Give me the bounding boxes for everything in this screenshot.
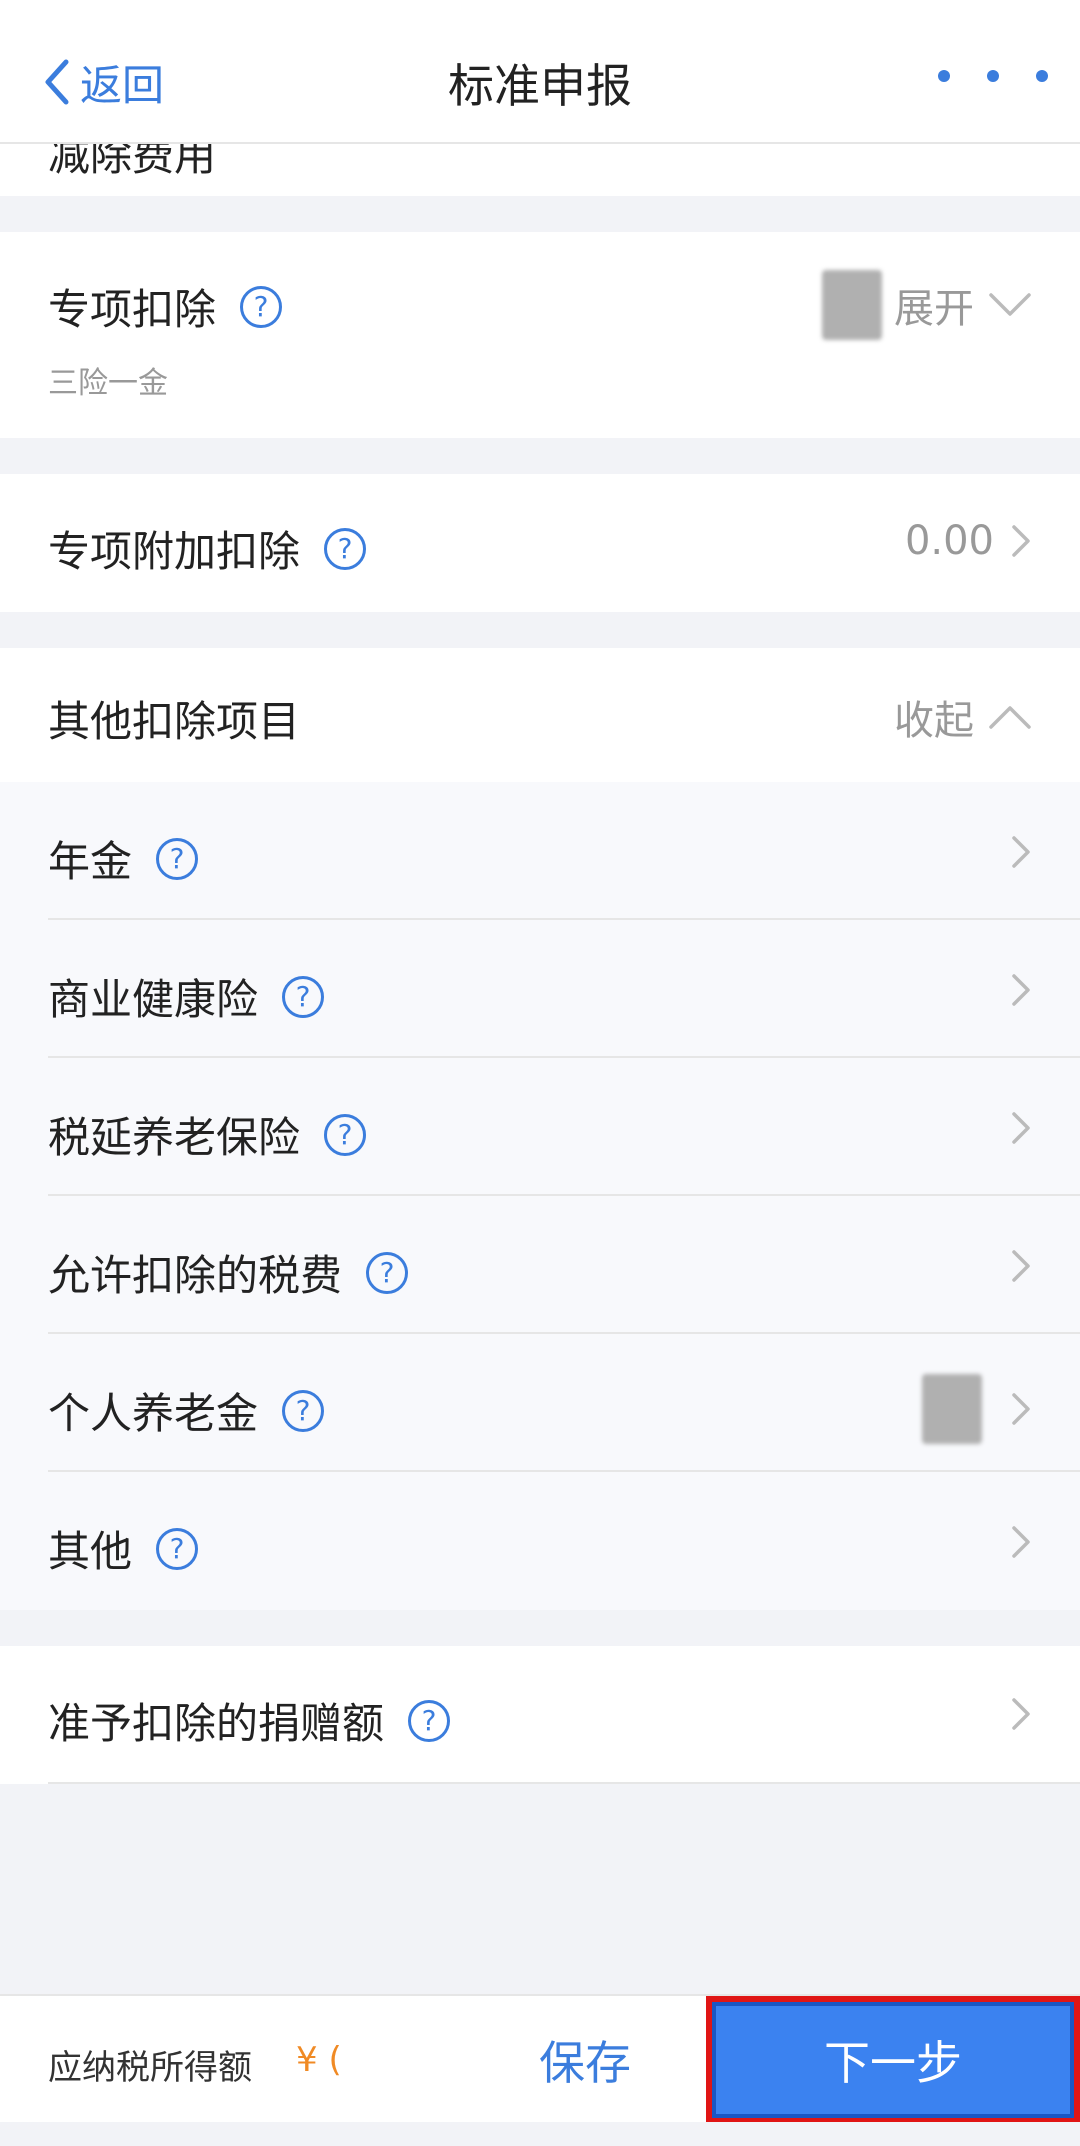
- footer-action-bar: 应纳税所得额 ¥ ( 保存 下一步: [0, 1994, 1080, 2124]
- list-item-tax-deferred-pension[interactable]: 税延养老保险 ?: [0, 1058, 1080, 1196]
- list-item-health-insurance[interactable]: 商业健康险 ?: [0, 920, 1080, 1058]
- special-additional-deduction-row[interactable]: 专项附加扣除 ? 0.00: [0, 474, 1080, 612]
- taxable-income-label: 应纳税所得额: [48, 2048, 252, 2088]
- deduction-fee-label: 减除费用: [48, 144, 217, 180]
- chevron-right-icon: [1012, 836, 1030, 868]
- chevron-right-icon: [1012, 1393, 1030, 1425]
- next-step-button-inner: 下一步: [712, 2002, 1074, 2118]
- special-deduction-sublabel: 三险一金: [48, 366, 168, 401]
- next-step-label: 下一步: [824, 2036, 962, 2090]
- help-icon[interactable]: ?: [156, 837, 199, 880]
- list-item-label: 个人养老金: [48, 1389, 259, 1438]
- page-title: 标准申报: [448, 59, 632, 113]
- help-icon[interactable]: ?: [324, 1113, 367, 1156]
- redacted-value: [922, 1374, 982, 1444]
- chevron-right-icon: [1012, 974, 1030, 1006]
- redacted-value: [822, 270, 882, 340]
- donation-label: 准予扣除的捐赠额: [48, 1699, 385, 1748]
- list-item-deductible-taxes[interactable]: 允许扣除的税费 ?: [0, 1196, 1080, 1334]
- chevron-up-icon: [989, 706, 1031, 729]
- collapse-label[interactable]: 收起: [894, 688, 974, 746]
- help-icon[interactable]: ?: [282, 975, 325, 1018]
- list-item-label: 税延养老保险: [48, 1113, 301, 1162]
- chevron-right-icon: [1012, 1526, 1030, 1558]
- taxable-income-amount: ¥ (: [296, 2040, 342, 2080]
- list-item-label: 年金: [48, 837, 133, 886]
- help-icon[interactable]: ?: [366, 1251, 409, 1294]
- more-dot-icon: [1036, 70, 1048, 82]
- other-deductions-header[interactable]: 其他扣除项目 收起: [0, 648, 1080, 782]
- donation-deduction-row[interactable]: 准予扣除的捐赠额 ?: [0, 1646, 1080, 1784]
- navigation-bar: 返回 标准申报: [0, 0, 1080, 144]
- special-additional-label: 专项附加扣除: [48, 527, 301, 576]
- more-menu-button[interactable]: [938, 56, 1048, 96]
- special-deduction-label: 专项扣除: [48, 285, 217, 334]
- deduction-fee-row[interactable]: 减除费用: [0, 144, 1080, 196]
- special-additional-value: 0.00: [904, 518, 994, 564]
- save-button[interactable]: 保存: [470, 1996, 700, 2124]
- help-icon[interactable]: ?: [408, 1699, 451, 1742]
- other-deductions-label: 其他扣除项目: [48, 697, 301, 746]
- expand-label[interactable]: 展开: [894, 276, 974, 334]
- next-step-button[interactable]: 下一步: [706, 1996, 1080, 2124]
- bottom-safe-area: [0, 2122, 1080, 2146]
- list-item-annuity[interactable]: 年金 ?: [0, 782, 1080, 920]
- chevron-right-icon: [1012, 1250, 1030, 1282]
- list-item-label: 允许扣除的税费: [48, 1251, 343, 1300]
- chevron-right-icon: [1012, 1112, 1030, 1144]
- other-deductions-list: 年金 ? 商业健康险 ? 税延养老保险 ? 允许扣除的税费 ? 个人养老金 ? …: [0, 782, 1080, 1610]
- help-icon[interactable]: ?: [282, 1389, 325, 1432]
- chevron-right-icon: [1012, 1698, 1030, 1730]
- help-icon[interactable]: ?: [156, 1527, 199, 1570]
- help-icon[interactable]: ?: [240, 285, 283, 328]
- special-deduction-row[interactable]: 专项扣除 ? 三险一金 展开: [0, 232, 1080, 438]
- list-item-label: 商业健康险: [48, 975, 259, 1024]
- more-dot-icon: [938, 70, 950, 82]
- help-icon[interactable]: ?: [324, 527, 367, 570]
- more-dot-icon: [987, 70, 999, 82]
- divider: [48, 1782, 1080, 1784]
- chevron-right-icon: [1012, 525, 1030, 557]
- list-item-other[interactable]: 其他 ?: [0, 1472, 1080, 1610]
- chevron-down-icon: [989, 293, 1031, 316]
- list-item-personal-pension[interactable]: 个人养老金 ?: [0, 1334, 1080, 1472]
- list-item-label: 其他: [48, 1527, 133, 1576]
